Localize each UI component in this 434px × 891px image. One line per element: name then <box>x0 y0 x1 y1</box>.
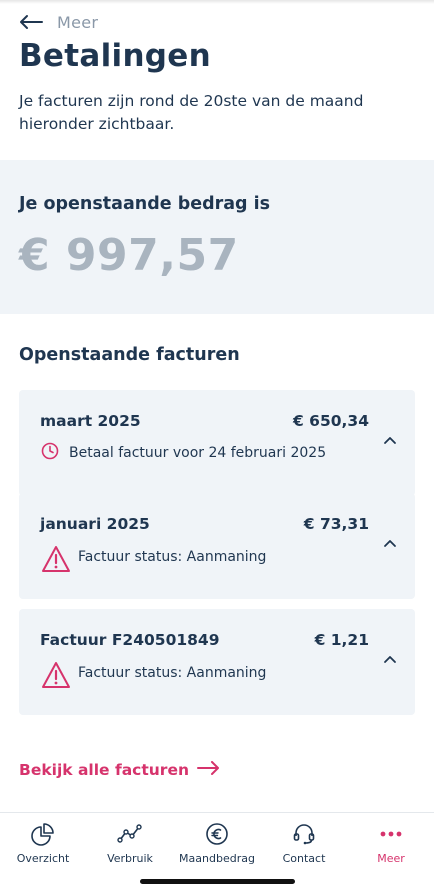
invoice-card[interactable]: Factuur F240501849 € 1,21 Factuur status… <box>19 609 415 715</box>
tab-label: Contact <box>282 852 326 865</box>
balance-amount: € 997,57 <box>19 230 239 281</box>
back-button[interactable]: Meer <box>19 10 98 34</box>
invoice-card[interactable]: maart 2025 € 650,34 Betaal factuur voor … <box>19 390 415 496</box>
open-invoices-title: Openstaande facturen <box>19 345 240 365</box>
view-all-invoices-link[interactable]: Bekijk alle facturen <box>19 760 221 779</box>
back-label: Meer <box>57 12 99 32</box>
tab-label: Verbruik <box>107 852 153 865</box>
clock-icon <box>41 442 59 464</box>
headset-icon <box>291 821 317 847</box>
tab-maandbedrag[interactable]: Maandbedrag <box>174 813 260 873</box>
invoice-status: Factuur status: Aanmaning <box>41 545 266 577</box>
invoice-status-text: Factuur status: Aanmaning <box>78 664 267 681</box>
line-graph-icon <box>117 821 143 847</box>
more-dots-icon <box>378 821 404 847</box>
balance-label: Je openstaande bedrag is <box>19 194 271 214</box>
invoice-amount: € 1,21 <box>314 631 369 649</box>
page-intro: Je facturen zijn rond de 20ste van de ma… <box>19 92 364 133</box>
outstanding-balance-panel: Je openstaande bedrag is € 997,57 <box>0 160 434 314</box>
tab-contact[interactable]: Contact <box>261 813 347 873</box>
invoice-name: januari 2025 <box>40 515 150 533</box>
tab-overzicht[interactable]: Overzicht <box>0 813 86 873</box>
tab-meer[interactable]: Meer <box>348 813 434 873</box>
chevron-up-icon[interactable] <box>383 533 397 547</box>
invoice-status-text: Betaal factuur voor 24 februari 2025 <box>69 445 327 461</box>
warning-icon <box>41 661 71 693</box>
chevron-up-icon[interactable] <box>383 430 397 444</box>
tab-label: Overzicht <box>16 852 70 865</box>
home-indicator <box>140 879 295 884</box>
view-all-invoices-label: Bekijk alle facturen <box>19 760 189 779</box>
page-title: Betalingen <box>19 38 211 74</box>
euro-coin-icon <box>204 821 230 847</box>
chevron-up-icon[interactable] <box>383 649 397 663</box>
status-bar-shadow <box>0 0 434 4</box>
invoice-name: maart 2025 <box>40 412 141 430</box>
invoice-amount: € 650,34 <box>293 412 369 430</box>
warning-icon <box>41 545 71 577</box>
tab-label: Meer <box>377 852 405 865</box>
tab-verbruik[interactable]: Verbruik <box>87 813 173 873</box>
invoice-name: Factuur F240501849 <box>40 631 220 649</box>
arrow-left-icon <box>19 14 43 30</box>
invoice-status: Betaal factuur voor 24 februari 2025 <box>41 442 326 464</box>
tab-label: Maandbedrag <box>179 852 255 865</box>
invoice-status-text: Factuur status: Aanmaning <box>78 548 267 565</box>
invoice-card[interactable]: januari 2025 € 73,31 Factuur status: Aan… <box>19 493 415 599</box>
pie-chart-icon <box>30 821 56 847</box>
arrow-right-icon <box>189 760 221 779</box>
invoice-amount: € 73,31 <box>303 515 369 533</box>
invoice-status: Factuur status: Aanmaning <box>41 661 266 693</box>
